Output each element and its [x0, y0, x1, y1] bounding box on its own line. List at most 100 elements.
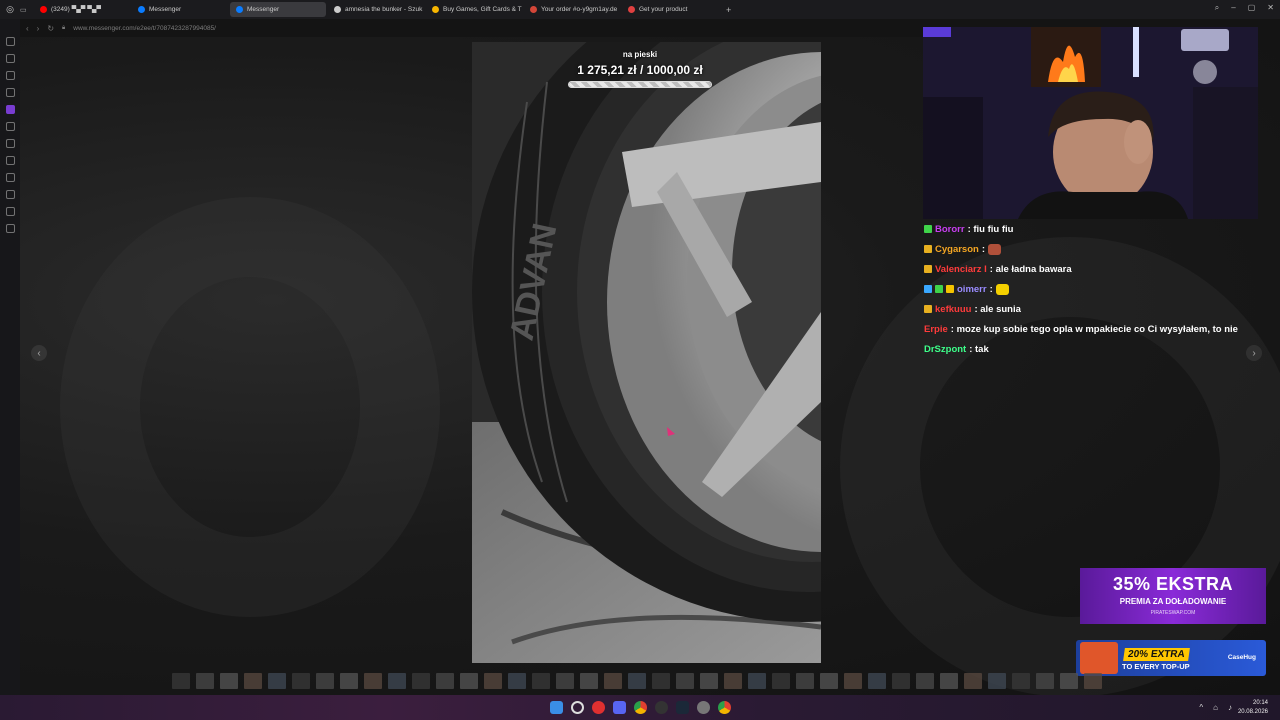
thumbnail[interactable] — [292, 673, 310, 689]
search-icon[interactable] — [570, 701, 584, 714]
browser-tab[interactable]: Messenger — [132, 2, 228, 17]
chat-username[interactable]: Bororr — [935, 224, 965, 235]
tray-chevron-icon[interactable]: ^ — [1199, 703, 1203, 712]
reload-icon[interactable]: ↻ — [47, 24, 54, 33]
tab-overview-icon[interactable]: ▭ — [20, 6, 34, 14]
browser-tab[interactable]: Buy Games, Gift Cards & T — [426, 2, 522, 17]
thumbnail[interactable] — [700, 673, 718, 689]
chat-username[interactable]: Cygarson — [935, 244, 979, 255]
thumbnail[interactable] — [652, 673, 670, 689]
thumbnail[interactable] — [772, 673, 790, 689]
discord-icon[interactable] — [612, 701, 626, 714]
sidebar-chat-icon[interactable] — [5, 88, 15, 97]
thumbnail[interactable] — [676, 673, 694, 689]
thumbnail[interactable] — [988, 673, 1006, 689]
thumbnail[interactable] — [844, 673, 862, 689]
forward-icon[interactable]: › — [37, 24, 40, 33]
start-icon[interactable] — [549, 701, 563, 714]
browser-tab[interactable]: Messenger — [230, 2, 326, 17]
sidebar-twitch-icon[interactable] — [5, 105, 15, 114]
thumbnail[interactable] — [916, 673, 934, 689]
sidebar-downloads-icon[interactable] — [5, 207, 15, 216]
search-tabs-icon[interactable]: ⌕ — [1215, 3, 1219, 13]
thumbnail[interactable] — [1084, 673, 1102, 689]
thumbnail[interactable] — [340, 673, 358, 689]
chat-username[interactable]: Valenciarz I — [935, 264, 987, 275]
thumbnail[interactable] — [388, 673, 406, 689]
thumbnail[interactable] — [604, 673, 622, 689]
back-icon[interactable]: ‹ — [26, 24, 29, 33]
browser-tab[interactable]: (3249) ▀▄▀ ▀▄▀ — [34, 2, 130, 17]
thumbnail[interactable] — [940, 673, 958, 689]
thumbnail[interactable] — [316, 673, 334, 689]
opera-menu-icon[interactable]: ◎ — [0, 4, 20, 15]
thumbnail[interactable] — [580, 673, 598, 689]
thumbnail[interactable] — [964, 673, 982, 689]
wheel-photo[interactable]: ADVAN — [472, 42, 821, 663]
casehug-ad[interactable]: 20% EXTRA TO EVERY TOP-UP CaseHug — [1076, 640, 1266, 676]
thumbnail[interactable] — [556, 673, 574, 689]
thumbnail[interactable] — [1060, 673, 1078, 689]
sidebar-messenger-icon[interactable] — [5, 71, 15, 80]
thumbnail[interactable] — [892, 673, 910, 689]
screen: ◎ ▭ (3249) ▀▄▀ ▀▄▀ Messenger Messenger amne… — [0, 0, 1280, 720]
chat-username[interactable]: oimerr — [957, 284, 987, 295]
thumbnail[interactable] — [724, 673, 742, 689]
sidebar-settings-icon[interactable] — [5, 224, 15, 233]
thumbnail[interactable] — [436, 673, 454, 689]
sidebar-x-icon[interactable] — [5, 139, 15, 148]
maximize-button[interactable]: ▢ — [1248, 3, 1256, 13]
previous-image-arrow[interactable]: ‹ — [31, 345, 47, 361]
url-field[interactable]: www.messenger.com/e2ee/t/708742328799408… — [73, 25, 216, 32]
thumbnail[interactable] — [868, 673, 886, 689]
close-button[interactable]: ✕ — [1267, 3, 1274, 13]
thumbnail[interactable] — [196, 673, 214, 689]
thumbnail[interactable] — [172, 673, 190, 689]
thumbnail[interactable] — [532, 673, 550, 689]
thumbnail[interactable] — [268, 673, 286, 689]
taskbar-clock[interactable]: 20:14 20.08.2026 — [1238, 699, 1268, 717]
chrome-alt-icon[interactable] — [717, 701, 731, 714]
thumbnail[interactable] — [508, 673, 526, 689]
sidebar-bookmarks-icon[interactable] — [5, 173, 15, 182]
thumbnail[interactable] — [364, 673, 382, 689]
minimize-button[interactable]: – — [1231, 3, 1235, 13]
tab-label: Your order #o-y9gm1ay.de — [541, 6, 618, 13]
thumbnail[interactable] — [220, 673, 238, 689]
thumbnail[interactable] — [1036, 673, 1054, 689]
tray-volume-icon[interactable]: ♪ — [1228, 703, 1232, 712]
browser-tab[interactable]: Your order #o-y9gm1ay.de — [524, 2, 620, 17]
tray-network-icon[interactable]: ⌂ — [1213, 703, 1218, 712]
steam-icon[interactable] — [675, 701, 689, 714]
obs-icon[interactable] — [654, 701, 668, 714]
thumbnail[interactable] — [628, 673, 646, 689]
chat-username[interactable]: Erpie — [924, 324, 948, 335]
pirateswap-ad[interactable]: 35% EKSTRA PREMIA ZA DOŁADOWANIE PIRATES… — [1080, 568, 1266, 624]
tab-label: Get your product — [639, 6, 688, 13]
opera-gx-icon[interactable] — [591, 701, 605, 714]
sidebar-speed-dial-icon[interactable] — [5, 37, 15, 46]
thumbnail[interactable] — [484, 673, 502, 689]
thumbnail[interactable] — [820, 673, 838, 689]
background-blur — [60, 197, 440, 617]
chrome-icon[interactable] — [633, 701, 647, 714]
thumbnail[interactable] — [748, 673, 766, 689]
thumbnail[interactable] — [796, 673, 814, 689]
system-tray: ^ ⌂ ♪ — [1199, 703, 1232, 712]
thumbnail[interactable] — [460, 673, 478, 689]
thumbnail[interactable] — [412, 673, 430, 689]
thumbnail[interactable] — [244, 673, 262, 689]
settings-icon[interactable] — [696, 701, 710, 714]
sidebar-player-icon[interactable] — [5, 156, 15, 165]
browser-tab[interactable]: Get your product — [622, 2, 718, 17]
browser-tab-bar: ◎ ▭ (3249) ▀▄▀ ▀▄▀ Messenger Messenger amne… — [0, 0, 1280, 19]
thumbnail[interactable] — [1012, 673, 1030, 689]
browser-tab[interactable]: amnesia the bunker - Szuk — [328, 2, 424, 17]
sidebar-history-icon[interactable] — [5, 190, 15, 199]
chat-username[interactable]: DrSzpont — [924, 344, 966, 355]
new-tab-button[interactable]: + — [726, 5, 731, 15]
chat-badge-icon — [924, 305, 932, 313]
sidebar-bag-icon[interactable] — [5, 54, 15, 63]
chat-username[interactable]: kefkuuu — [935, 304, 971, 315]
sidebar-twitter-icon[interactable] — [5, 122, 15, 131]
